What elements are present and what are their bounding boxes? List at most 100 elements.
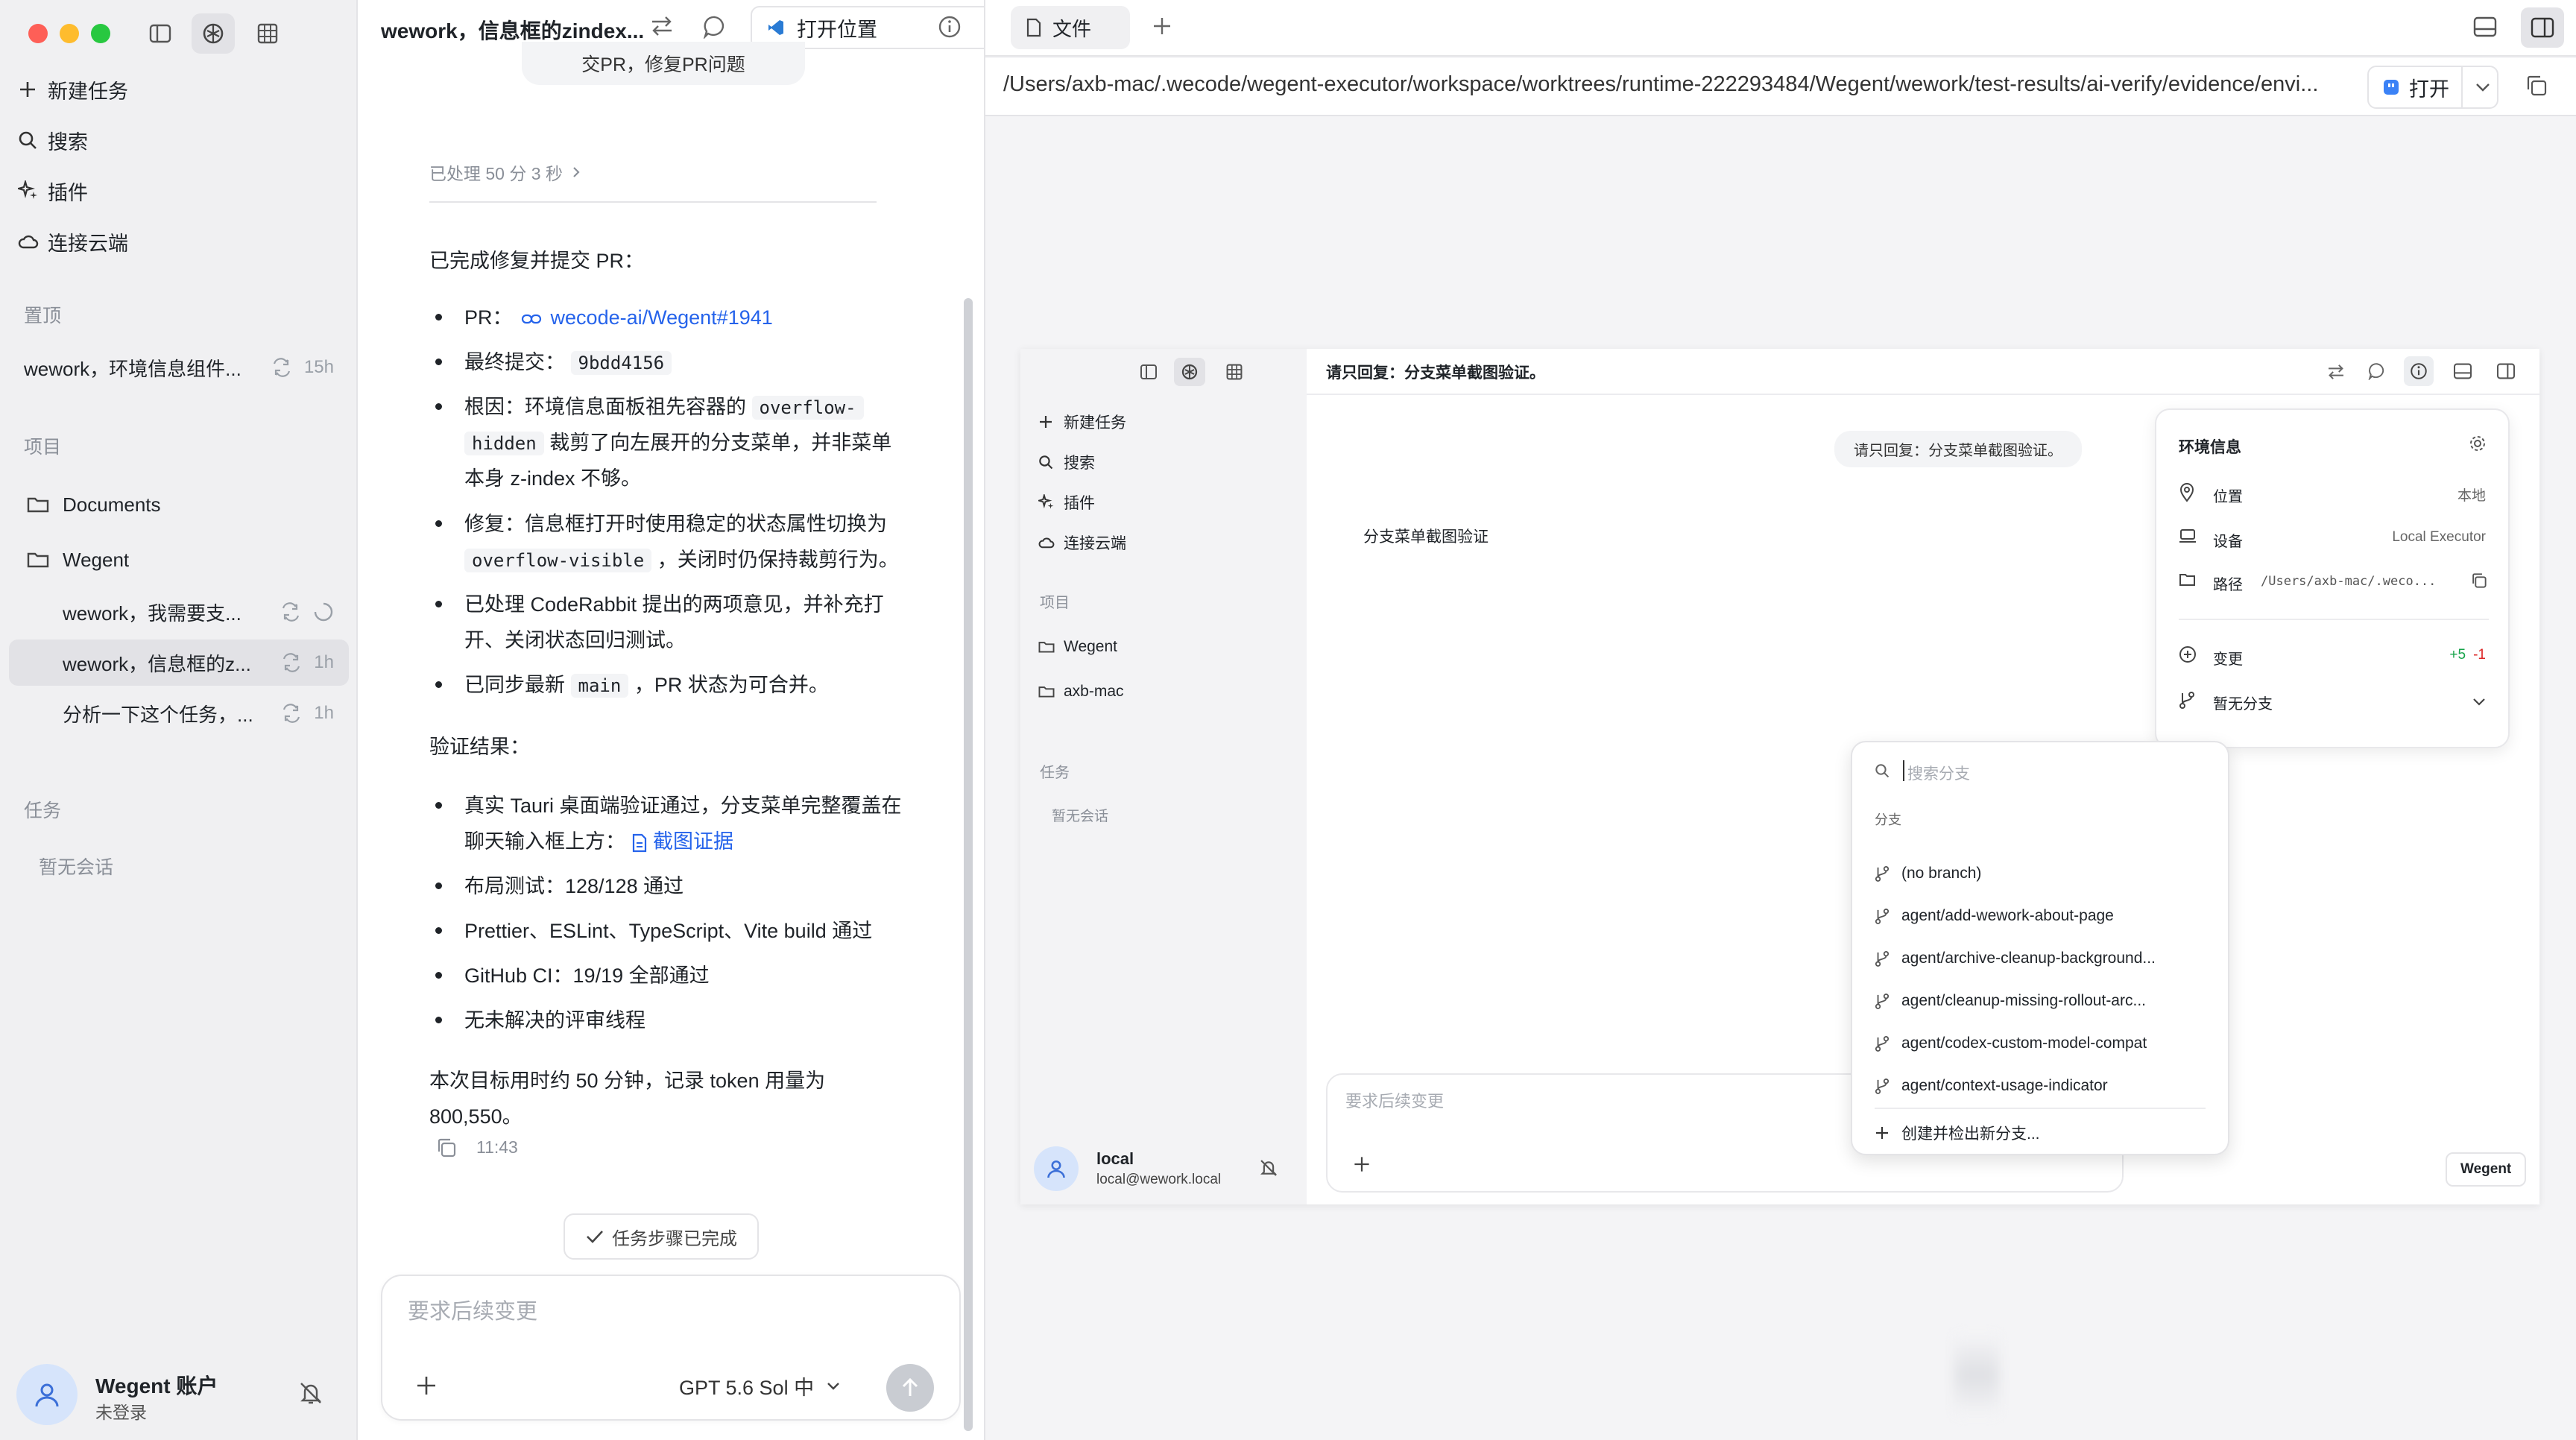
open-with-dropdown[interactable]: 打开 (2367, 66, 2498, 109)
lines-added: +5 (2449, 647, 2466, 663)
task-label: wework，信息框的z... (63, 652, 251, 675)
project-task-item[interactable]: 分析一下这个任务，... 1h (9, 690, 349, 736)
divider (1875, 1108, 2206, 1109)
verify-text: 无未解决的评审线程 (464, 1009, 645, 1032)
connect-cloud-label: 连接云端 (48, 232, 128, 255)
send-button[interactable] (886, 1364, 934, 1412)
new-task-button[interactable]: 新建任务 (18, 69, 128, 110)
info-icon[interactable] (938, 15, 962, 39)
branch-icon (1875, 1035, 1901, 1052)
branch-section-title: 分支 (1875, 812, 1901, 827)
arrow-up-icon (900, 1377, 920, 1398)
copy-path-icon[interactable] (2525, 75, 2548, 97)
tab-files[interactable]: 文件 (1011, 6, 1130, 49)
split-bottom-icon[interactable] (2473, 16, 2497, 37)
notifications-off-icon (1259, 1158, 1278, 1178)
connect-cloud-button[interactable]: 连接云端 (18, 221, 128, 262)
task-time: 1h (314, 652, 334, 672)
message-time: 11:43 (476, 1137, 518, 1157)
chevron-down-icon (2475, 82, 2491, 92)
text-cursor (1903, 760, 1904, 781)
inner-title: 请只回复：分支菜单截图验证。 (1326, 364, 1545, 382)
comment-icon[interactable] (703, 15, 727, 39)
projects-section-title: 项目 (1040, 595, 1070, 611)
cause-text: 本身 z-index 不够。 (464, 467, 642, 490)
divider (2179, 619, 2489, 620)
chevron-down-icon (2472, 698, 2486, 707)
new-task-button: 新建任务 (1038, 407, 1126, 437)
split-right-icon (2496, 363, 2516, 379)
project-task-item-selected[interactable]: wework，信息框的z... 1h (9, 640, 349, 686)
summary-text: 800,550。 (429, 1105, 523, 1128)
add-attachment-icon[interactable] (415, 1374, 438, 1397)
tab-bar (985, 0, 2576, 57)
project-label: Wegent (1064, 638, 1117, 655)
worktree-icon (281, 704, 302, 723)
chat-scrollbar[interactable] (964, 298, 973, 1431)
task-label: 分析一下这个任务，... (63, 703, 253, 726)
model-selector[interactable]: GPT 5.6 Sol 中 (679, 1371, 841, 1400)
verify-text: Prettier、ESLint、TypeScript、Vite build 通过 (464, 920, 873, 942)
avatar[interactable] (16, 1364, 78, 1425)
cloud-icon (18, 233, 48, 250)
agent-logo-icon[interactable] (192, 13, 235, 54)
device-value: Local Executor (2392, 529, 2486, 545)
folder-icon (1038, 640, 1064, 654)
bullet (435, 403, 442, 410)
bullet (435, 882, 442, 889)
processed-duration-toggle[interactable]: 已处理 50 分 3 秒 (429, 160, 581, 185)
search-icon (1038, 455, 1064, 470)
verify-text: 布局测试：128/128 通过 (464, 875, 684, 897)
project-item-documents[interactable]: Documents (9, 481, 349, 528)
plugins-button[interactable]: 插件 (18, 170, 88, 212)
verify-text: GitHub CI：19/19 全部通过 (464, 964, 710, 987)
open-location-label: 打开位置 (797, 18, 877, 41)
branch-item: (no branch) (1875, 859, 1981, 888)
zoom-window-button[interactable] (91, 24, 110, 43)
search-button: 搜索 (1038, 447, 1095, 477)
bullet (435, 972, 442, 979)
folder-icon (27, 496, 63, 514)
notifications-off-icon[interactable] (298, 1380, 323, 1406)
loading-spinner-icon (313, 601, 334, 622)
verify-text: 真实 Tauri 桌面端验证通过，分支菜单完整覆盖在 (464, 795, 902, 817)
pinned-task-time: 15h (303, 357, 334, 377)
pinned-task-item[interactable]: wework，环境信息组件... 15h (9, 344, 349, 391)
sidebar: 新建任务 搜索 插件 连接云端 置顶 wework，环境信息组件... 15h … (0, 0, 358, 1440)
project-task-item[interactable]: wework，我需要支... (9, 589, 349, 635)
laptop-icon (2179, 528, 2197, 544)
copy-icon[interactable] (436, 1137, 457, 1158)
project-item-wegent[interactable]: Wegent (9, 537, 349, 583)
pr-link[interactable]: wecode-ai/Wegent#1941 (551, 306, 773, 329)
new-tab-icon[interactable] (1151, 15, 1173, 37)
sync-code: main (570, 674, 629, 698)
verify-title: 验证结果： (429, 736, 530, 758)
path-value: /Users/axb-mac/.weco... (2261, 574, 2437, 589)
new-task-label: 新建任务 (1064, 414, 1126, 432)
image-artifact (1954, 1334, 1999, 1416)
grid-view-icon[interactable] (246, 13, 289, 54)
swap-icon[interactable] (649, 13, 675, 39)
split-right-icon[interactable] (2521, 7, 2564, 48)
minimize-window-button[interactable] (60, 24, 79, 43)
coderabbit-text: 开、关闭状态回归测试。 (464, 629, 686, 651)
composer-input: 要求后续变更 (1345, 1092, 1445, 1111)
composer-input[interactable]: 要求后续变更 (408, 1294, 537, 1325)
close-window-button[interactable] (28, 24, 48, 43)
cause-code: hidden (464, 432, 544, 455)
branch-label: agent/archive-cleanup-background... (1901, 950, 2156, 967)
branch-item: agent/add-wework-about-page (1875, 901, 2114, 931)
search-button[interactable]: 搜索 (18, 119, 88, 161)
comment-icon (2368, 362, 2386, 380)
project-item-axb-mac: axb-mac (1038, 677, 1124, 707)
path-label: 路径 (2213, 577, 2243, 593)
screenshot-evidence-link[interactable]: 截图证据 (653, 830, 733, 853)
branch-label: agent/cleanup-missing-rollout-arc... (1901, 992, 2146, 1009)
cause-code: overflow- (751, 396, 864, 420)
task-steps-complete-chip[interactable]: 任务步骤已完成 (564, 1213, 759, 1260)
commit-hash: 9bdd4156 (570, 351, 672, 375)
connect-cloud-label: 连接云端 (1064, 535, 1126, 552)
cause-text: 裁剪了向左展开的分支菜单，并非菜单 (549, 432, 892, 454)
branch-item: agent/context-usage-indicator (1875, 1071, 2108, 1101)
sidebar-toggle-icon[interactable] (139, 13, 182, 54)
